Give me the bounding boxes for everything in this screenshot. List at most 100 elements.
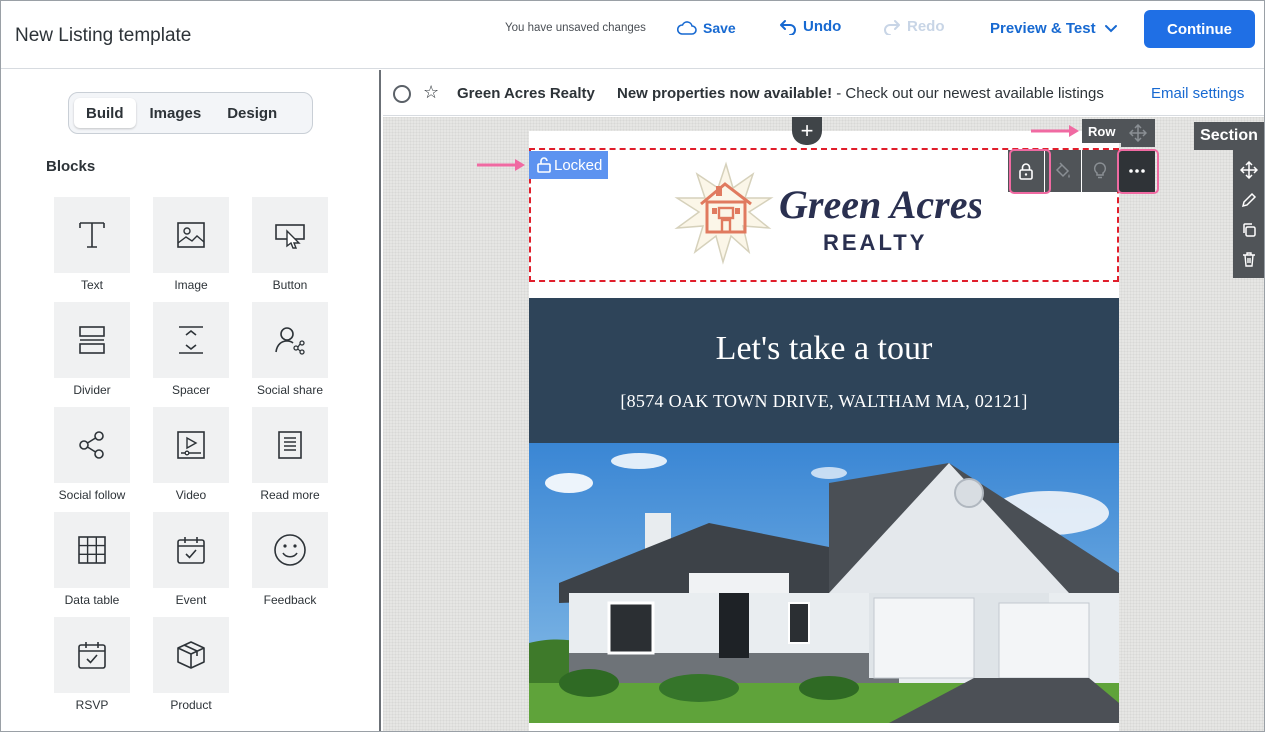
logo-realty-text: REALTY bbox=[823, 230, 927, 255]
paint-bucket-icon bbox=[1055, 162, 1070, 178]
more-highlight bbox=[1117, 149, 1159, 194]
block-label: Social share bbox=[256, 383, 324, 397]
social-follow-icon bbox=[79, 431, 104, 459]
continue-button[interactable]: Continue bbox=[1144, 10, 1255, 48]
lightbulb-icon bbox=[1093, 162, 1107, 179]
block-spacer[interactable]: Spacer bbox=[153, 302, 229, 397]
block-label: Event bbox=[175, 593, 207, 607]
green-acres-logo: Green Acres REALTY bbox=[674, 161, 981, 265]
block-label: Divider bbox=[73, 383, 111, 397]
blocks-heading: Blocks bbox=[46, 158, 96, 175]
unlock-icon bbox=[537, 157, 551, 173]
social-share-icon bbox=[275, 327, 305, 355]
row-move-handle[interactable] bbox=[1121, 119, 1155, 147]
block-rsvp[interactable]: RSVP bbox=[54, 617, 130, 712]
block-divider[interactable]: Divider bbox=[54, 302, 130, 397]
lock-highlight bbox=[1009, 149, 1051, 194]
save-label: Save bbox=[703, 20, 736, 36]
hero-address: [8574 OAK TOWN DRIVE, WALTHAM MA, 02121] bbox=[620, 391, 1028, 411]
block-label: RSVP bbox=[75, 698, 109, 712]
blocks-panel: Build Images Design Blocks Text Image Bu… bbox=[1, 70, 381, 731]
video-icon bbox=[177, 431, 205, 459]
app-window: New Listing template You have unsaved ch… bbox=[0, 0, 1265, 732]
add-section-button[interactable]: + bbox=[792, 117, 822, 145]
logo-green-acres-text: Green Acres bbox=[779, 182, 981, 227]
redo-button[interactable]: Redo bbox=[883, 18, 945, 35]
redo-arrow-icon bbox=[884, 19, 900, 35]
section-toolbar bbox=[1233, 150, 1264, 278]
block-button[interactable]: Button bbox=[252, 197, 328, 292]
block-image[interactable]: Image bbox=[153, 197, 229, 292]
copy-icon[interactable] bbox=[1241, 222, 1257, 238]
select-radio[interactable] bbox=[393, 85, 411, 103]
inbox-preview-header: ☆ Green Acres Realty New properties now … bbox=[383, 70, 1264, 116]
block-label: Button bbox=[272, 278, 308, 292]
block-label: Video bbox=[175, 488, 207, 502]
block-label: Read more bbox=[260, 488, 320, 502]
block-text[interactable]: Text bbox=[54, 197, 130, 292]
hero-section[interactable]: Let's take a tour [8574 OAK TOWN DRIVE, … bbox=[529, 298, 1119, 443]
section-label: Section bbox=[1194, 122, 1264, 150]
block-data-table[interactable]: Data table bbox=[54, 512, 130, 607]
row-tips-button[interactable] bbox=[1082, 150, 1118, 192]
spacer-icon bbox=[179, 326, 203, 354]
text-icon bbox=[79, 222, 105, 248]
row-label: Row bbox=[1082, 119, 1122, 143]
move-icon[interactable] bbox=[1240, 160, 1258, 179]
trash-icon[interactable] bbox=[1241, 251, 1257, 267]
block-social-follow[interactable]: Social follow bbox=[54, 407, 130, 502]
subject-preheader: - Check out our newest available listing… bbox=[832, 85, 1104, 102]
subject-bold: New properties now available! bbox=[617, 85, 833, 102]
undo-label: Undo bbox=[803, 18, 842, 35]
subject-line: New properties now available! - Check ou… bbox=[617, 85, 1104, 102]
block-product[interactable]: Product bbox=[153, 617, 229, 712]
pencil-icon[interactable] bbox=[1241, 192, 1257, 208]
read-more-icon bbox=[278, 431, 302, 459]
tab-images[interactable]: Images bbox=[138, 98, 214, 128]
block-video[interactable]: Video bbox=[153, 407, 229, 502]
button-icon bbox=[275, 224, 305, 249]
rsvp-icon bbox=[78, 642, 106, 669]
sender-name: Green Acres Realty bbox=[457, 85, 595, 102]
top-bar: New Listing template You have unsaved ch… bbox=[1, 1, 1264, 69]
block-label: Text bbox=[80, 278, 103, 292]
star-icon[interactable]: ☆ bbox=[423, 82, 439, 103]
block-event[interactable]: Event bbox=[153, 512, 229, 607]
feedback-icon bbox=[274, 534, 306, 566]
undo-arrow-icon bbox=[780, 19, 796, 35]
pointer-arrow-row bbox=[1031, 125, 1079, 137]
redo-label: Redo bbox=[907, 18, 945, 35]
event-icon bbox=[177, 537, 205, 564]
block-label: Spacer bbox=[171, 383, 211, 397]
tab-build[interactable]: Build bbox=[74, 98, 136, 128]
product-icon bbox=[177, 641, 205, 669]
block-label: Image bbox=[174, 278, 208, 292]
block-social-share[interactable]: Social share bbox=[252, 302, 328, 397]
save-button[interactable]: Save bbox=[677, 20, 736, 36]
locked-label: Locked bbox=[554, 156, 603, 174]
block-label: Social follow bbox=[58, 488, 126, 502]
editor-canvas: Green Acres REALTY Let's take a tour [85… bbox=[383, 117, 1264, 731]
undo-button[interactable]: Undo bbox=[779, 18, 841, 35]
preview-label: Preview & Test bbox=[990, 20, 1096, 37]
locked-badge: Locked bbox=[529, 151, 609, 179]
block-label: Feedback bbox=[263, 593, 317, 607]
preview-test-button[interactable]: Preview & Test bbox=[990, 20, 1118, 37]
chevron-down-icon bbox=[1104, 24, 1117, 32]
pointer-arrow-locked bbox=[477, 159, 525, 171]
data-table-icon bbox=[78, 536, 106, 564]
tab-design[interactable]: Design bbox=[215, 98, 289, 128]
block-label: Data table bbox=[64, 593, 120, 607]
document-title[interactable]: New Listing template bbox=[15, 25, 191, 47]
panel-tabs: Build Images Design bbox=[68, 92, 313, 134]
email-settings-link[interactable]: Email settings bbox=[1151, 85, 1244, 102]
unsaved-changes-text: You have unsaved changes bbox=[505, 22, 646, 34]
move-icon bbox=[1129, 124, 1147, 142]
hero-title: Let's take a tour bbox=[715, 330, 933, 367]
block-label: Product bbox=[170, 698, 212, 712]
house-image bbox=[529, 443, 1119, 723]
house-photo[interactable] bbox=[529, 443, 1119, 723]
block-read-more[interactable]: Read more bbox=[252, 407, 328, 502]
image-icon bbox=[177, 222, 205, 248]
block-feedback[interactable]: Feedback bbox=[252, 512, 328, 607]
